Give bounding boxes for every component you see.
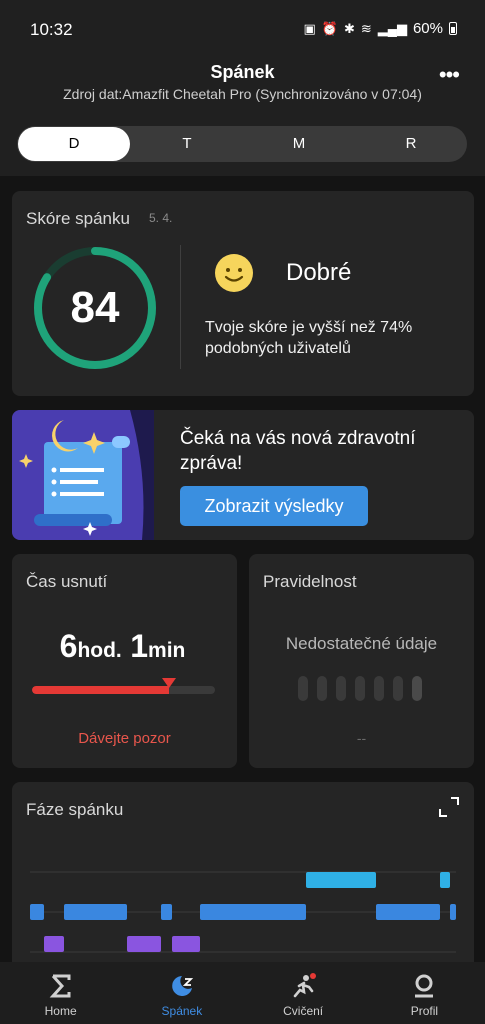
minutes-unit: min: [148, 639, 186, 662]
nav-workout[interactable]: Cvičení: [243, 962, 364, 1024]
regularity-title: Pravidelnost: [263, 572, 357, 591]
expand-icon[interactable]: [438, 796, 460, 818]
divider: [180, 245, 181, 369]
nav-home-label: Home: [44, 1004, 77, 1018]
notification-icon: ▣: [303, 20, 316, 36]
sleep-score-card[interactable]: Skóre spánku 5. 4. 84 Dobré Tvoje skóre …: [12, 191, 474, 396]
phase-segment-light: [64, 904, 127, 920]
health-report-banner[interactable]: Čeká na vás nová zdravotní zpráva! Zobra…: [12, 410, 474, 540]
sleep-onset-value: 6hod. 1min: [12, 628, 237, 665]
nav-sleep-label: Spánek: [161, 1004, 203, 1018]
insufficient-data-message: Nedostatečné údaje: [285, 634, 438, 653]
phase-segment-light: [450, 904, 456, 920]
sleep-phases-title: Fáze spánku: [26, 800, 124, 819]
sleep-onset-marker: [162, 678, 177, 688]
placeholder-bar: [336, 676, 346, 701]
score-value: 84: [70, 283, 120, 332]
sleep-score-title: Skóre spánku: [26, 209, 130, 228]
phase-segment-light: [30, 904, 44, 920]
regularity-placeholder: --: [356, 730, 367, 746]
nav-sleep[interactable]: Spánek: [121, 962, 242, 1024]
placeholder-bar: [317, 676, 327, 701]
status-time: 10:32: [30, 20, 73, 39]
profile-icon: [415, 974, 434, 998]
phase-segment-awake: [440, 872, 450, 888]
score-rating: Dobré: [286, 259, 352, 286]
sleep-onset-bar-fill: [32, 686, 170, 694]
smile-face-icon: [215, 254, 253, 292]
battery-percent: 60%: [412, 20, 443, 37]
signal-icon: ▂▄▆: [377, 20, 407, 36]
tab-week[interactable]: T: [131, 126, 243, 162]
battery-icon: [449, 22, 457, 35]
phase-segment-light: [161, 904, 172, 920]
phase-segment-deep: [127, 936, 161, 952]
report-message: Čeká na vás nová zdravotní zpráva!: [180, 428, 416, 474]
running-person-icon: [293, 973, 317, 998]
show-results-button[interactable]: Zobrazit výsledky: [180, 486, 368, 526]
phase-segment-deep: [44, 936, 64, 952]
phase-segment-awake: [306, 872, 376, 888]
warning-text: Dávejte pozor: [78, 730, 171, 747]
regularity-placeholder-bars: [298, 676, 422, 701]
status-icons: ▣ ⏰ ✱ ≋ ▂▄▆ 60%: [303, 20, 457, 37]
bluetooth-icon: ✱: [343, 20, 355, 36]
nav-profile-label: Profil: [410, 1004, 439, 1018]
sleep-onset-bar: [32, 686, 215, 694]
placeholder-bar: [298, 676, 308, 701]
tab-day[interactable]: D: [18, 127, 130, 161]
moon-scroll-report-icon: [12, 410, 154, 540]
sigma-home-icon: [49, 974, 71, 998]
placeholder-bar: [393, 676, 403, 701]
placeholder-bar: [374, 676, 384, 701]
minutes-value: 1: [130, 628, 149, 664]
sleep-onset-card[interactable]: Čas usnutí 6hod. 1min Dávejte pozor: [12, 554, 237, 768]
wifi-icon: ≋: [360, 20, 372, 36]
phase-segment-light: [200, 904, 306, 920]
moon-sleep-icon: [172, 976, 194, 996]
phase-segment-light: [376, 904, 440, 920]
status-bar: 10:32 ▣ ⏰ ✱ ≋ ▂▄▆ 60%: [0, 0, 485, 56]
period-tabs: D T M R: [17, 126, 467, 162]
hours-value: 6: [59, 628, 78, 664]
score-comparison: Tvoje skóre je vyšší než 74% podobných u…: [205, 319, 413, 357]
hours-unit: hod.: [77, 639, 122, 662]
regularity-card[interactable]: Pravidelnost Nedostatečné údaje --: [249, 554, 474, 768]
more-options-icon[interactable]: •••: [439, 62, 460, 88]
placeholder-bar: [412, 676, 422, 701]
score-date: 5. 4.: [149, 211, 173, 225]
tab-month[interactable]: M: [243, 126, 355, 162]
sleep-phases-chart: [30, 871, 456, 953]
tab-year[interactable]: R: [355, 126, 467, 162]
sleep-onset-title: Čas usnutí: [26, 572, 108, 591]
alarm-icon: ⏰: [321, 20, 338, 36]
placeholder-bar: [355, 676, 365, 701]
data-source-subtitle: Zdroj dat:Amazfit Cheetah Pro (Synchroni…: [63, 86, 422, 102]
nav-profile[interactable]: Profil: [364, 962, 485, 1024]
nav-home[interactable]: Home: [0, 962, 121, 1024]
page-title: Spánek: [210, 62, 275, 82]
phase-segment-deep: [172, 936, 200, 952]
nav-workout-label: Cvičení: [283, 1004, 324, 1018]
bottom-nav: Home Spánek Cvičení Profil: [0, 962, 485, 1024]
